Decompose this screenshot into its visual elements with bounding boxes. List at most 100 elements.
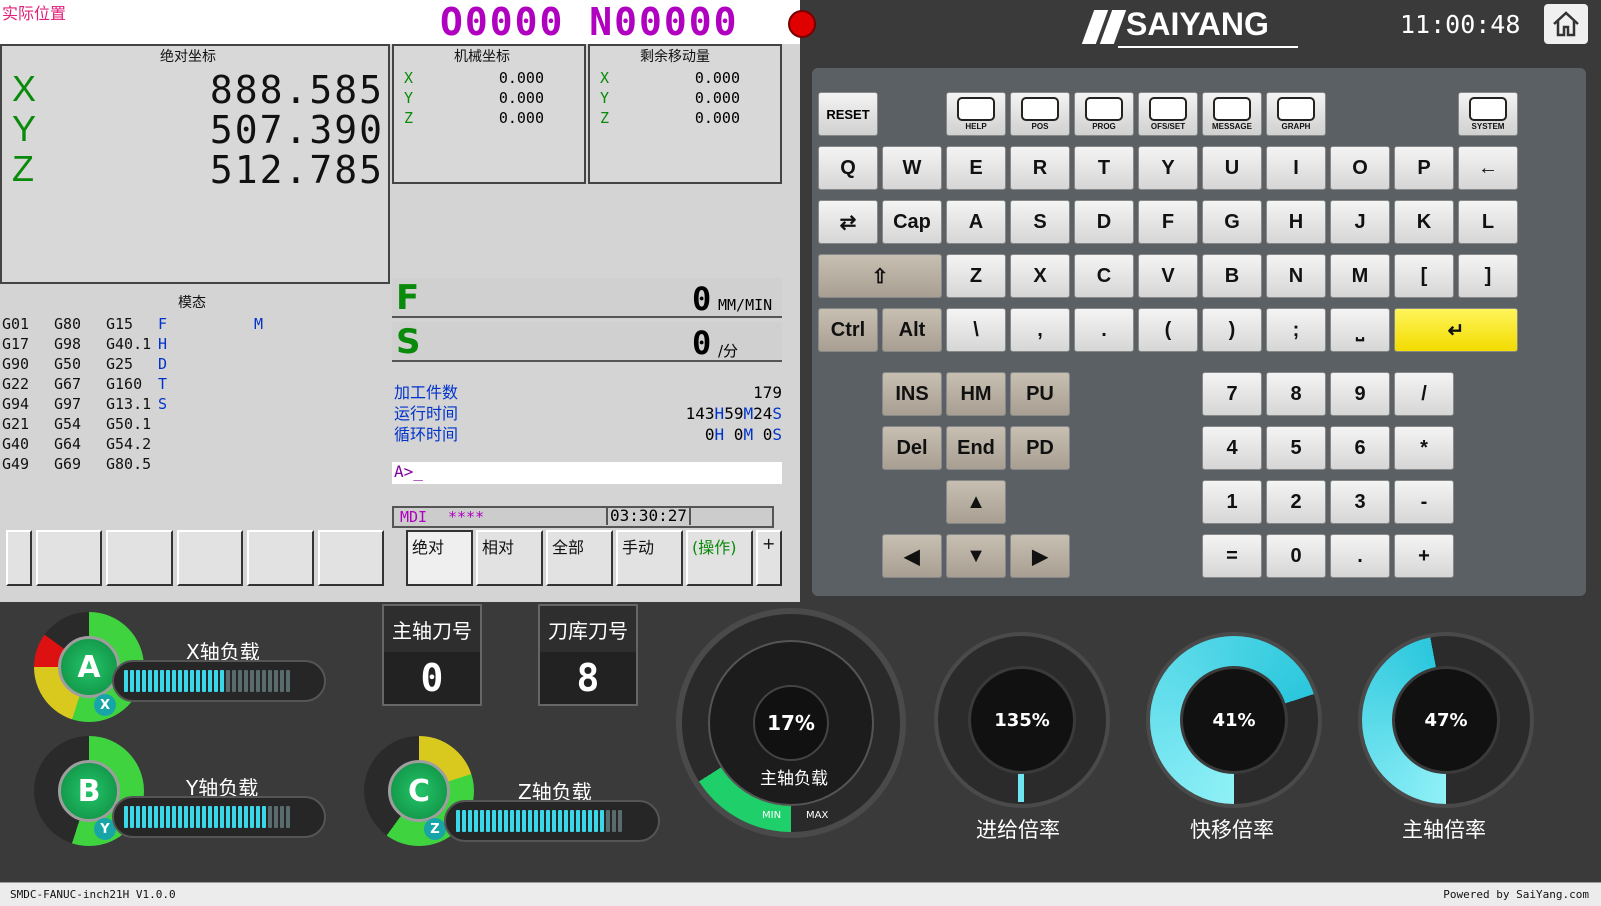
key-r2-7[interactable]: H — [1266, 200, 1326, 244]
softkey-blank[interactable] — [36, 530, 103, 586]
numpad-14[interactable]: . — [1330, 534, 1390, 578]
key-r1-8[interactable]: O — [1330, 146, 1390, 190]
softkey-2[interactable]: 全部 — [546, 530, 613, 586]
key-ins[interactable]: INS — [882, 372, 942, 416]
key-r2-0[interactable]: ⇄ — [818, 200, 878, 244]
key-r1-1[interactable]: W — [882, 146, 942, 190]
key-r2-10[interactable]: L — [1458, 200, 1518, 244]
softkey-5[interactable]: + — [756, 530, 782, 586]
key-r1-9[interactable]: P — [1394, 146, 1454, 190]
key-r3-6[interactable]: N — [1266, 254, 1326, 298]
key-r1-0[interactable]: Q — [818, 146, 878, 190]
key-r4-8[interactable]: ⎵ — [1330, 308, 1390, 352]
softkey-blank[interactable] — [317, 530, 385, 586]
numpad-1[interactable]: 8 — [1266, 372, 1326, 416]
numpad-7[interactable]: * — [1394, 426, 1454, 470]
key-r1-5[interactable]: Y — [1138, 146, 1198, 190]
key-r4-7[interactable]: ; — [1266, 308, 1326, 352]
numpad-11[interactable]: - — [1394, 480, 1454, 524]
numpad-9[interactable]: 2 — [1266, 480, 1326, 524]
numpad-13[interactable]: 0 — [1266, 534, 1326, 578]
key-r3-9[interactable]: ] — [1458, 254, 1518, 298]
arrow-down-icon[interactable]: ▼ — [946, 534, 1006, 578]
key-r3-5[interactable]: B — [1202, 254, 1262, 298]
softkey-blank[interactable] — [176, 530, 244, 586]
key-r4-5[interactable]: ( — [1138, 308, 1198, 352]
key-r4-0[interactable]: Ctrl — [818, 308, 878, 352]
load-segment — [238, 806, 242, 828]
load-segment — [262, 806, 266, 828]
func-key-system[interactable]: SYSTEM — [1458, 92, 1518, 136]
key-hm[interactable]: HM — [946, 372, 1006, 416]
key-r3-8[interactable]: [ — [1394, 254, 1454, 298]
softkey-blank[interactable] — [6, 530, 32, 586]
numpad-5[interactable]: 5 — [1266, 426, 1326, 470]
key-r1-6[interactable]: U — [1202, 146, 1262, 190]
arrow-right-icon[interactable]: ▶ — [1010, 534, 1070, 578]
func-key-help[interactable]: HELP — [946, 92, 1006, 136]
func-key-pos[interactable]: POS — [1010, 92, 1070, 136]
key-r2-9[interactable]: K — [1394, 200, 1454, 244]
key-enter[interactable]: ↵ — [1394, 308, 1518, 352]
arrow-up-icon[interactable]: ▲ — [946, 480, 1006, 524]
key-r2-8[interactable]: J — [1330, 200, 1390, 244]
key-r2-4[interactable]: D — [1074, 200, 1134, 244]
key-r2-1[interactable]: Cap — [882, 200, 942, 244]
key-r4-2[interactable]: \ — [946, 308, 1006, 352]
func-key-message[interactable]: MESSAGE — [1202, 92, 1262, 136]
softkey-blank[interactable] — [106, 530, 173, 586]
numpad-0[interactable]: 7 — [1202, 372, 1262, 416]
func-key-reset[interactable]: RESET — [818, 92, 878, 136]
softkey-1[interactable]: 相对 — [476, 530, 543, 586]
abs-coord-list: X 888.585 Y 507.390 Z 512.785 — [12, 68, 384, 192]
func-key-ofs-set[interactable]: OFS/SET — [1138, 92, 1198, 136]
status-clock: 03:30:27 — [606, 506, 692, 525]
key-pu[interactable]: PU — [1010, 372, 1070, 416]
key-r2-5[interactable]: F — [1138, 200, 1198, 244]
load-segment — [244, 806, 248, 828]
input-prompt[interactable]: A>_ — [392, 462, 782, 484]
key-shift[interactable]: ⇧ — [818, 254, 942, 298]
key-r1-7[interactable]: I — [1266, 146, 1326, 190]
key-r3-3[interactable]: C — [1074, 254, 1134, 298]
key-r3-1[interactable]: Z — [946, 254, 1006, 298]
numpad-3[interactable]: / — [1394, 372, 1454, 416]
key-r3-4[interactable]: V — [1138, 254, 1198, 298]
numpad-15[interactable]: + — [1394, 534, 1454, 578]
func-key-graph[interactable]: GRAPH — [1266, 92, 1326, 136]
key-r4-6[interactable]: ) — [1202, 308, 1262, 352]
arrow-left-icon[interactable]: ◀ — [882, 534, 942, 578]
load-segment — [136, 806, 140, 828]
spindle-load-value: 17% — [753, 685, 829, 761]
key-end[interactable]: End — [946, 426, 1006, 470]
key-pd[interactable]: PD — [1010, 426, 1070, 470]
numpad-2[interactable]: 9 — [1330, 372, 1390, 416]
key-r1-2[interactable]: E — [946, 146, 1006, 190]
key-r2-2[interactable]: A — [946, 200, 1006, 244]
key-r4-4[interactable]: . — [1074, 308, 1134, 352]
numpad-4[interactable]: 4 — [1202, 426, 1262, 470]
key-del[interactable]: Del — [882, 426, 942, 470]
key-r4-3[interactable]: , — [1010, 308, 1070, 352]
key-r1-10[interactable]: ← — [1458, 146, 1518, 190]
func-key-prog[interactable]: PROG — [1074, 92, 1134, 136]
numpad-8[interactable]: 1 — [1202, 480, 1262, 524]
softkey-blank[interactable] — [247, 530, 314, 586]
modal-row: G22 G67 G160 T — [2, 374, 382, 394]
numpad-12[interactable]: = — [1202, 534, 1262, 578]
home-button[interactable] — [1544, 4, 1588, 44]
key-r3-7[interactable]: M — [1330, 254, 1390, 298]
softkey-0[interactable]: 绝对 — [406, 530, 473, 586]
numpad-6[interactable]: 6 — [1330, 426, 1390, 470]
softkey-4[interactable]: (操作) — [686, 530, 753, 586]
remain-row-y: Y 0.000 — [600, 89, 740, 107]
key-r1-4[interactable]: T — [1074, 146, 1134, 190]
key-r4-1[interactable]: Alt — [882, 308, 942, 352]
key-r2-3[interactable]: S — [1010, 200, 1070, 244]
softkey-3[interactable]: 手动 — [616, 530, 683, 586]
key-r1-3[interactable]: R — [1010, 146, 1070, 190]
key-r2-6[interactable]: G — [1202, 200, 1262, 244]
numpad-10[interactable]: 3 — [1330, 480, 1390, 524]
key-r3-2[interactable]: X — [1010, 254, 1070, 298]
load-segment — [280, 670, 284, 692]
